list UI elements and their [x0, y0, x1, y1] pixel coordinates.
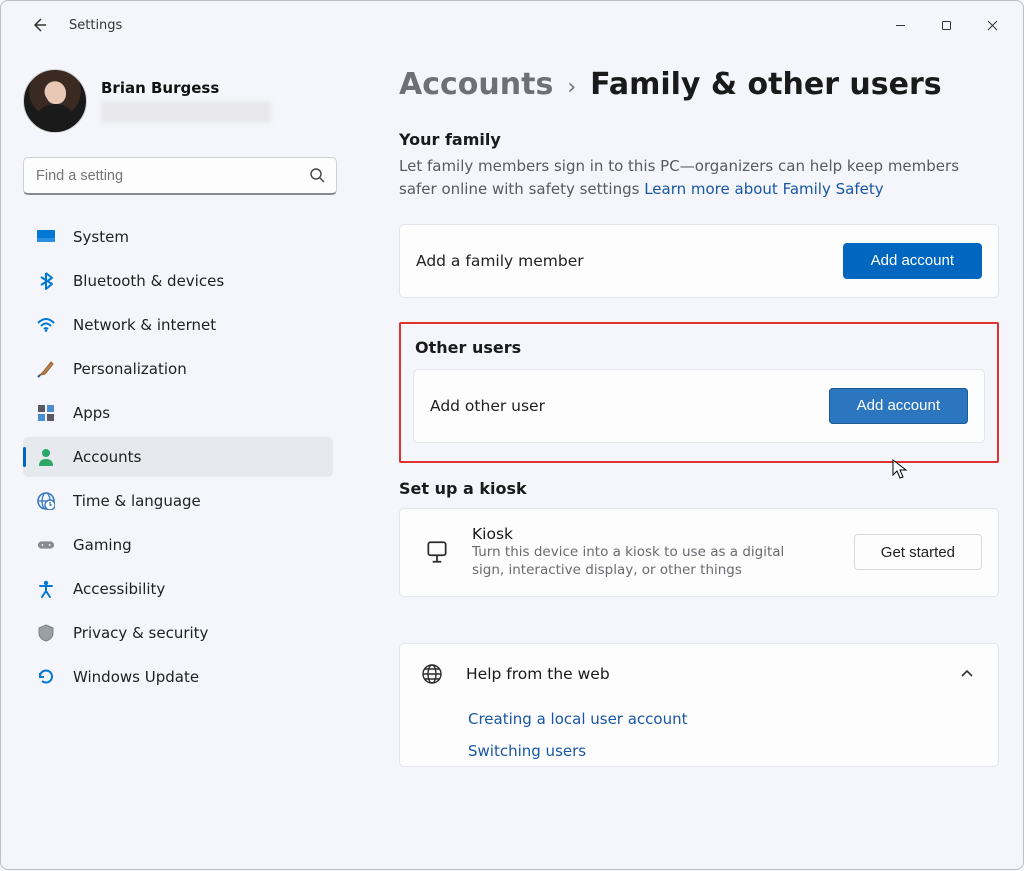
add-other-user-card: Add other user Add account — [413, 369, 985, 443]
sidebar: Brian Burgess System Bluetooth & devi — [1, 49, 341, 871]
search-input[interactable] — [23, 157, 337, 195]
user-email-redacted — [101, 101, 271, 123]
sidebar-item-accounts[interactable]: Accounts — [23, 437, 333, 477]
window-controls — [877, 9, 1015, 41]
user-name: Brian Burgess — [101, 79, 271, 97]
sidebar-item-label: Personalization — [73, 360, 187, 378]
sidebar-item-label: Accounts — [73, 448, 141, 466]
sidebar-nav: System Bluetooth & devices Network & int… — [23, 217, 335, 697]
sidebar-item-system[interactable]: System — [23, 217, 333, 257]
sidebar-item-network[interactable]: Network & internet — [23, 305, 333, 345]
family-section-desc: Let family members sign in to this PC—or… — [399, 155, 999, 202]
search-icon — [309, 167, 325, 183]
sidebar-item-label: Gaming — [73, 536, 132, 554]
kiosk-section-title: Set up a kiosk — [399, 479, 999, 498]
arrow-left-icon — [31, 17, 47, 33]
sidebar-item-label: Apps — [73, 404, 110, 422]
add-family-account-button[interactable]: Add account — [843, 243, 982, 279]
other-users-section-title: Other users — [415, 338, 985, 357]
chevron-up-icon — [960, 667, 974, 681]
sidebar-item-label: Bluetooth & devices — [73, 272, 224, 290]
close-icon — [987, 20, 998, 31]
sidebar-item-apps[interactable]: Apps — [23, 393, 333, 433]
titlebar: Settings — [1, 1, 1023, 49]
avatar — [23, 69, 87, 133]
help-card: Help from the web Creating a local user … — [399, 643, 999, 767]
help-expander-header[interactable]: Help from the web — [400, 644, 998, 704]
paintbrush-icon — [37, 360, 55, 378]
time-language-icon — [37, 492, 55, 510]
sidebar-item-bluetooth[interactable]: Bluetooth & devices — [23, 261, 333, 301]
sidebar-item-personalization[interactable]: Personalization — [23, 349, 333, 389]
family-learn-more-link[interactable]: Learn more about Family Safety — [644, 180, 883, 198]
help-link-create-local-user[interactable]: Creating a local user account — [468, 710, 978, 728]
sidebar-item-privacy[interactable]: Privacy & security — [23, 613, 333, 653]
add-other-account-button[interactable]: Add account — [829, 388, 968, 424]
accounts-icon — [37, 448, 55, 466]
maximize-button[interactable] — [923, 9, 969, 41]
help-title: Help from the web — [466, 665, 610, 683]
wifi-icon — [37, 316, 55, 334]
main-content: Accounts › Family & other users Your fam… — [341, 49, 1023, 871]
back-button[interactable] — [23, 9, 55, 41]
minimize-button[interactable] — [877, 9, 923, 41]
kiosk-title: Kiosk — [472, 525, 802, 543]
breadcrumb-parent[interactable]: Accounts — [399, 67, 553, 102]
accessibility-icon — [37, 580, 55, 598]
help-links: Creating a local user account Switching … — [400, 704, 998, 766]
sidebar-item-label: Accessibility — [73, 580, 165, 598]
kiosk-subtitle: Turn this device into a kiosk to use as … — [472, 543, 802, 581]
sidebar-item-time-language[interactable]: Time & language — [23, 481, 333, 521]
sidebar-item-label: System — [73, 228, 129, 246]
update-icon — [37, 668, 55, 686]
maximize-icon — [941, 20, 952, 31]
system-icon — [37, 228, 55, 246]
sidebar-item-gaming[interactable]: Gaming — [23, 525, 333, 565]
add-other-user-label: Add other user — [430, 397, 545, 415]
sidebar-item-label: Network & internet — [73, 316, 216, 334]
gaming-icon — [37, 536, 55, 554]
add-family-member-label: Add a family member — [416, 252, 584, 270]
other-users-highlight: Other users Add other user Add account — [399, 322, 999, 463]
breadcrumb: Accounts › Family & other users — [399, 67, 999, 102]
close-button[interactable] — [969, 9, 1015, 41]
bluetooth-icon — [37, 272, 55, 290]
user-profile[interactable]: Brian Burgess — [23, 69, 335, 133]
page-title: Family & other users — [590, 67, 942, 102]
kiosk-card[interactable]: Kiosk Turn this device into a kiosk to u… — [399, 508, 999, 598]
apps-icon — [37, 404, 55, 422]
chevron-right-icon: › — [567, 75, 576, 100]
search-wrap — [23, 157, 337, 195]
globe-icon — [420, 662, 444, 686]
sidebar-item-accessibility[interactable]: Accessibility — [23, 569, 333, 609]
family-section-title: Your family — [399, 130, 999, 149]
minimize-icon — [895, 20, 906, 31]
kiosk-get-started-button[interactable]: Get started — [854, 534, 982, 570]
sidebar-item-label: Time & language — [73, 492, 201, 510]
add-family-member-card: Add a family member Add account — [399, 224, 999, 298]
window-title: Settings — [69, 18, 122, 33]
sidebar-item-windows-update[interactable]: Windows Update — [23, 657, 333, 697]
kiosk-icon — [424, 539, 450, 565]
sidebar-item-label: Privacy & security — [73, 624, 208, 642]
help-link-switching-users[interactable]: Switching users — [468, 742, 978, 760]
shield-icon — [37, 624, 55, 642]
sidebar-item-label: Windows Update — [73, 668, 199, 686]
